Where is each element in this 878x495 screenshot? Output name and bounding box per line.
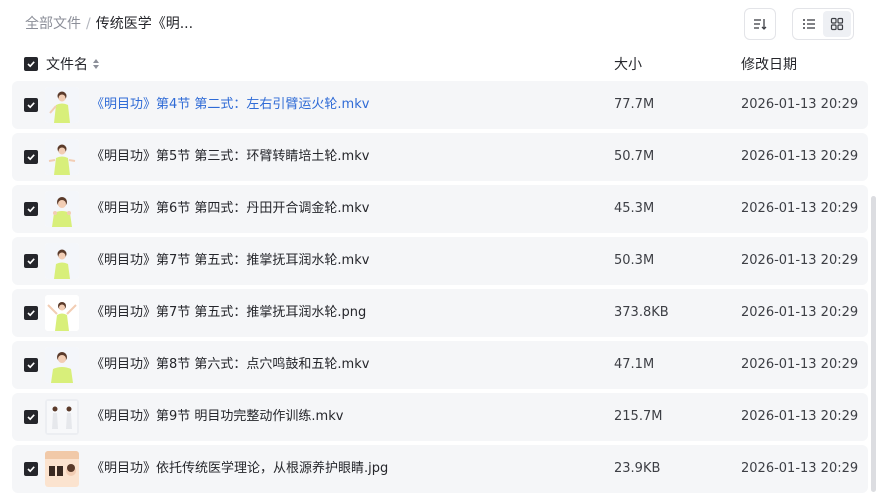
file-date: 2026-01-13 20:29 (741, 149, 859, 164)
column-header-name[interactable]: 文件名 (46, 54, 100, 74)
file-size: 50.7M (614, 149, 655, 164)
file-size: 47.1M (614, 357, 655, 372)
sort-toggle-icon (92, 58, 100, 70)
check-icon (27, 466, 35, 473)
select-all-checkbox[interactable] (24, 57, 38, 71)
video-thumbnail (45, 191, 79, 227)
file-name[interactable]: 《明目功》第4节 第二式：左右引臂运火轮.mkv (91, 95, 369, 115)
file-name[interactable]: 《明目功》第9节 明目功完整动作训练.mkv (91, 407, 343, 427)
breadcrumb-separator: / (86, 16, 91, 32)
top-bar: 全部文件 / 传统医学《明... (0, 0, 878, 48)
file-name[interactable]: 《明目功》第6节 第四式：丹田开合调金轮.mkv (91, 199, 369, 219)
table-header: 文件名 大小 修改日期 (12, 48, 868, 80)
column-header-size[interactable]: 大小 (614, 54, 642, 74)
check-icon (27, 362, 35, 369)
file-name[interactable]: 《明目功》第8节 第六式：点穴鸣鼓和五轮.mkv (91, 355, 369, 375)
grid-view-icon (830, 17, 844, 31)
check-icon (27, 102, 35, 109)
video-thumbnail (45, 399, 79, 435)
file-date: 2026-01-13 20:29 (741, 201, 859, 216)
check-icon (27, 206, 35, 213)
row-checkbox[interactable] (24, 306, 38, 320)
column-header-name-label: 文件名 (46, 57, 88, 73)
check-icon (27, 154, 35, 161)
breadcrumb-root[interactable]: 全部文件 (25, 16, 81, 32)
file-date: 2026-01-13 20:29 (741, 97, 859, 112)
column-header-date[interactable]: 修改日期 (741, 54, 797, 74)
file-name[interactable]: 《明目功》第5节 第三式：环臂转睛培土轮.mkv (91, 147, 369, 167)
row-checkbox[interactable] (24, 150, 38, 164)
file-list: 《明目功》第4节 第二式：左右引臂运火轮.mkv 77.7M 2026-01-1… (12, 81, 868, 495)
file-date: 2026-01-13 20:29 (741, 253, 859, 268)
row-checkbox[interactable] (24, 98, 38, 112)
file-size: 45.3M (614, 201, 655, 216)
row-checkbox[interactable] (24, 254, 38, 268)
table-row[interactable]: 《明目功》第4节 第二式：左右引臂运火轮.mkv 77.7M 2026-01-1… (12, 81, 868, 129)
table-row[interactable]: 《明目功》依托传统医学理论，从根源养护眼睛.jpg 23.9KB 2026-01… (12, 445, 868, 493)
file-name[interactable]: 《明目功》第7节 第五式：推掌抚耳润水轮.png (91, 303, 366, 323)
file-name[interactable]: 《明目功》第7节 第五式：推掌抚耳润水轮.mkv (91, 251, 369, 271)
video-thumbnail (45, 87, 79, 123)
file-size: 23.9KB (614, 461, 661, 476)
check-icon (27, 61, 35, 68)
file-size: 215.7M (614, 409, 663, 424)
file-size: 373.8KB (614, 305, 669, 320)
check-icon (27, 414, 35, 421)
list-view-button[interactable] (795, 11, 823, 37)
video-thumbnail (45, 347, 79, 383)
list-view-icon (803, 19, 815, 29)
file-date: 2026-01-13 20:29 (741, 461, 859, 476)
grid-view-button[interactable] (823, 11, 851, 37)
check-icon (27, 310, 35, 317)
row-checkbox[interactable] (24, 202, 38, 216)
image-thumbnail (45, 451, 79, 487)
table-row[interactable]: 《明目功》第6节 第四式：丹田开合调金轮.mkv 45.3M 2026-01-1… (12, 185, 868, 233)
row-checkbox[interactable] (24, 410, 38, 424)
sort-order-icon (754, 19, 767, 30)
breadcrumb: 全部文件 / 传统医学《明... (25, 14, 193, 34)
check-icon (27, 258, 35, 265)
table-row[interactable]: 《明目功》第7节 第五式：推掌抚耳润水轮.png 373.8KB 2026-01… (12, 289, 868, 337)
file-date: 2026-01-13 20:29 (741, 305, 859, 320)
table-row[interactable]: 《明目功》第8节 第六式：点穴鸣鼓和五轮.mkv 47.1M 2026-01-1… (12, 341, 868, 389)
file-size: 77.7M (614, 97, 655, 112)
view-mode-toggle (792, 8, 854, 40)
video-thumbnail (45, 243, 79, 279)
image-thumbnail (45, 295, 79, 331)
row-checkbox[interactable] (24, 358, 38, 372)
scrollbar[interactable] (871, 196, 876, 492)
file-name[interactable]: 《明目功》依托传统医学理论，从根源养护眼睛.jpg (91, 459, 388, 479)
table-row[interactable]: 《明目功》第9节 明目功完整动作训练.mkv 215.7M 2026-01-13… (12, 393, 868, 441)
file-size: 50.3M (614, 253, 655, 268)
file-date: 2026-01-13 20:29 (741, 409, 859, 424)
table-row[interactable]: 《明目功》第5节 第三式：环臂转睛培土轮.mkv 50.7M 2026-01-1… (12, 133, 868, 181)
table-row[interactable]: 《明目功》第7节 第五式：推掌抚耳润水轮.mkv 50.3M 2026-01-1… (12, 237, 868, 285)
breadcrumb-current[interactable]: 传统医学《明... (96, 16, 193, 32)
row-checkbox[interactable] (24, 462, 38, 476)
sort-button[interactable] (744, 8, 776, 40)
video-thumbnail (45, 139, 79, 175)
file-date: 2026-01-13 20:29 (741, 357, 859, 372)
